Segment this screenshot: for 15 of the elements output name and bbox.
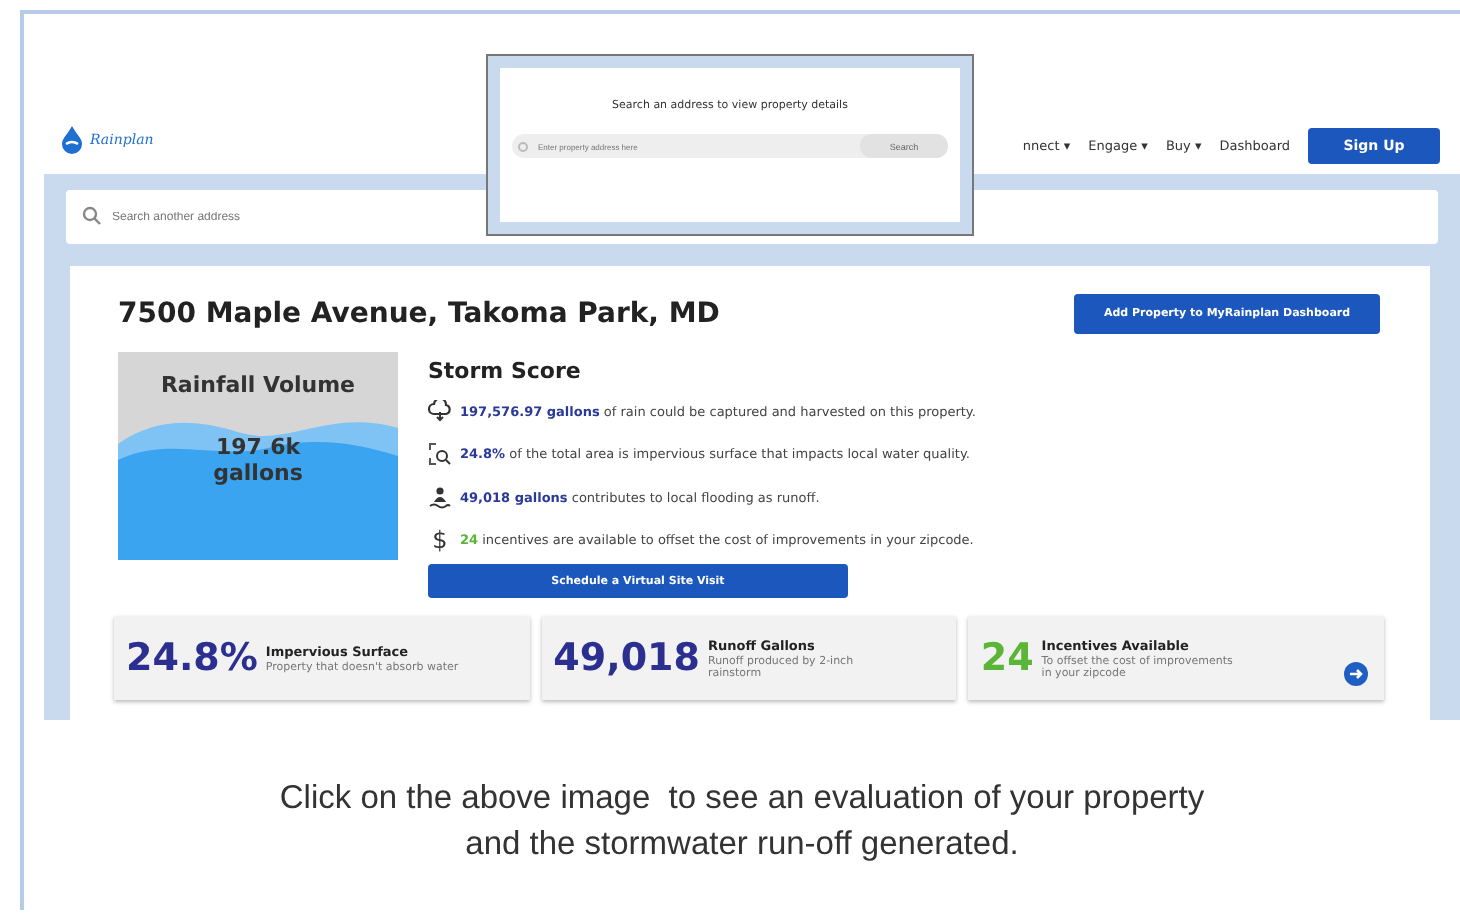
- cloud-rain-icon: [428, 400, 452, 423]
- rainfall-unit: gallons: [213, 460, 303, 486]
- property-address: 7500 Maple Avenue, Takoma Park, MD: [118, 298, 720, 330]
- dollar-icon: $: [428, 526, 452, 555]
- stat-value: 49,018: [553, 636, 700, 680]
- water-drop-icon: [60, 126, 84, 154]
- stat-value: 24.8%: [126, 636, 258, 680]
- scan-icon: [428, 442, 452, 467]
- person-water-icon: [428, 485, 452, 510]
- rainfall-value: 197.6k: [215, 434, 301, 460]
- rainfall-title: Rainfall Volume: [160, 372, 356, 398]
- stat-value: 24: [980, 636, 1034, 680]
- arrow-right-icon[interactable]: [1344, 662, 1369, 686]
- caption: Click on the above image to see an evaluation of your property and the stormwater run-off generated.: [277, 778, 1207, 866]
- storm-score-heading: Storm Score: [428, 358, 583, 384]
